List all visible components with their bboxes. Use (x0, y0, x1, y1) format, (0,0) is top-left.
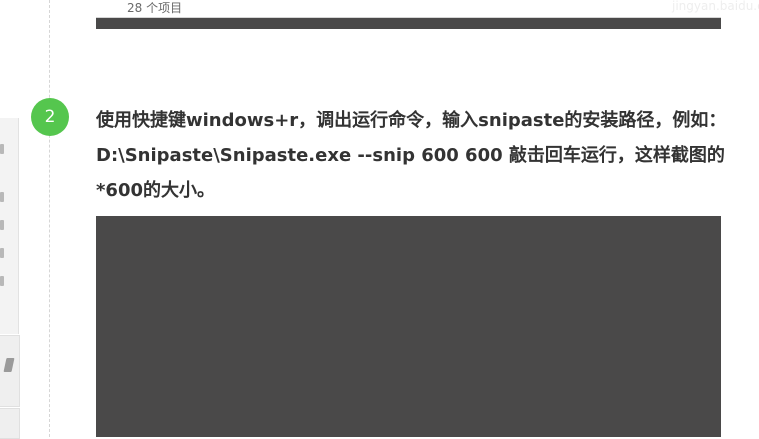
sidebar-text-fragment (0, 144, 4, 154)
watermark-text: jingyan.baidu.com (672, 0, 759, 13)
previous-step-image: 28 个项目 jingyan.baidu.com (96, 0, 759, 29)
step-timeline (49, 0, 50, 437)
sidebar-text-fragment (0, 276, 4, 286)
sidebar-tab[interactable] (0, 335, 20, 407)
sidebar-tab[interactable] (0, 408, 20, 439)
sidebar-text-fragment (0, 248, 4, 258)
explorer-status-bar: 28 个项目 jingyan.baidu.com (96, 0, 759, 18)
step-instruction-line: D:\Snipaste\Snipaste.exe --snip 600 600 … (96, 145, 725, 166)
step-number-badge: 2 (31, 98, 69, 136)
step-instruction: 使用快捷键windows+r，调出运行命令，输入snipaste的安装路径，例如… (96, 103, 759, 208)
sidebar-text-fragment (0, 220, 4, 230)
step-instruction-line: 使用快捷键windows+r，调出运行命令，输入snipaste的安装路径，例如… (96, 110, 727, 131)
sidebar-text-fragment (0, 192, 4, 202)
left-sidebar-panel (0, 118, 19, 334)
step-instruction-line: *600的大小。 (96, 180, 215, 201)
item-count-label: 28 个项目 (127, 1, 183, 15)
sidebar-tab-icon (3, 358, 15, 372)
step-image[interactable] (96, 216, 721, 437)
